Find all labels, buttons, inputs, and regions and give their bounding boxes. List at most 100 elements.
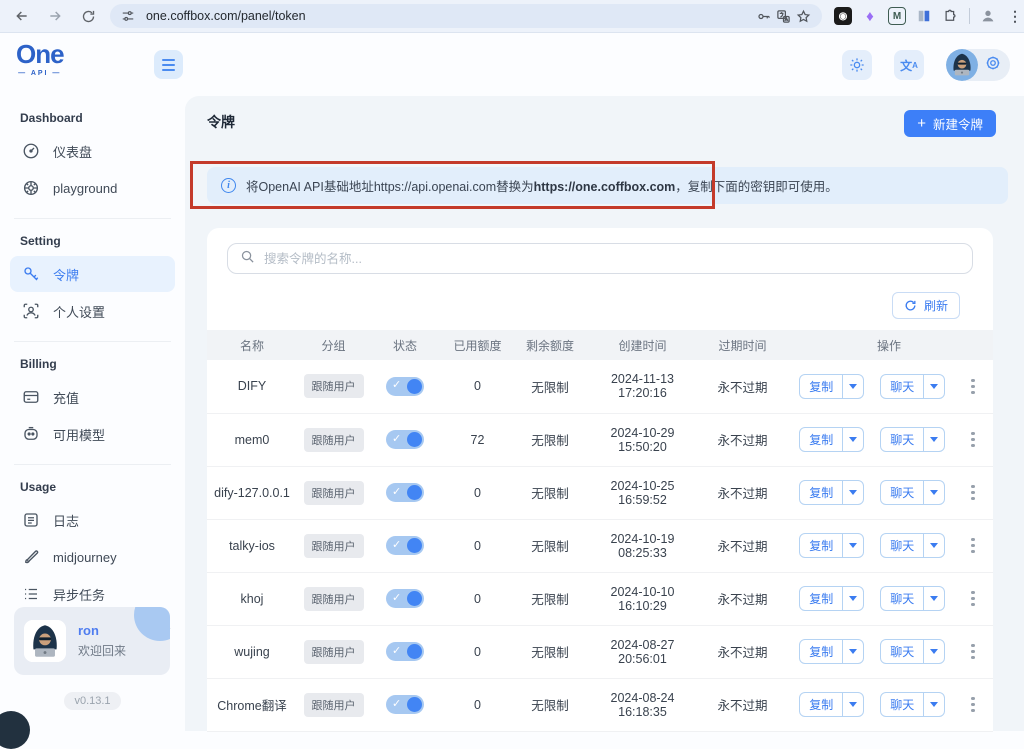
chevron-down-icon xyxy=(930,702,938,707)
row-menu-button[interactable] xyxy=(967,375,979,399)
section-label-billing: Billing xyxy=(0,357,185,371)
chat-dropdown-arrow[interactable] xyxy=(923,693,944,716)
chevron-down-icon xyxy=(930,437,938,442)
reload-icon[interactable] xyxy=(77,4,100,28)
used-quota: 0 xyxy=(474,592,481,606)
bookmark-star-icon[interactable] xyxy=(794,6,814,26)
chat-dropdown-arrow[interactable] xyxy=(923,375,944,398)
expire-time: 永不过期 xyxy=(717,699,767,713)
sidebar-item-profile-settings[interactable]: 个人设置 xyxy=(10,293,175,329)
search-box[interactable] xyxy=(227,243,973,274)
refresh-button[interactable]: 刷新 xyxy=(892,292,960,319)
chat-dropdown-arrow[interactable] xyxy=(923,428,944,451)
copy-dropdown-arrow[interactable] xyxy=(842,481,863,504)
chat-button[interactable]: 聊天 xyxy=(880,427,945,452)
extensions-puzzle-icon[interactable] xyxy=(942,7,960,25)
copy-button[interactable]: 复制 xyxy=(799,692,864,717)
settings-gear-icon[interactable] xyxy=(984,54,1002,77)
row-menu-button[interactable] xyxy=(967,428,979,452)
check-icon: ✓ xyxy=(392,485,401,498)
copy-button[interactable]: 复制 xyxy=(799,639,864,664)
browser-profile-icon[interactable] xyxy=(979,7,997,25)
status-toggle[interactable]: ✓ xyxy=(386,589,424,608)
status-toggle[interactable]: ✓ xyxy=(386,642,424,661)
chat-dropdown-arrow[interactable] xyxy=(923,640,944,663)
password-key-icon[interactable] xyxy=(754,6,774,26)
chevron-down-icon xyxy=(849,384,857,389)
sidebar-item-logs[interactable]: 日志 xyxy=(10,502,175,538)
address-bar[interactable]: one.coffbox.com/panel/token xyxy=(110,4,822,28)
sidebar-item-models[interactable]: 可用模型 xyxy=(10,416,175,452)
status-toggle[interactable]: ✓ xyxy=(386,430,424,449)
status-toggle[interactable]: ✓ xyxy=(386,695,424,714)
sidebar-item-midjourney[interactable]: midjourney xyxy=(10,539,175,575)
extension-m-icon[interactable]: M xyxy=(888,7,906,25)
row-menu-button[interactable] xyxy=(967,640,979,664)
log-icon xyxy=(22,511,40,529)
check-icon: ✓ xyxy=(392,697,401,710)
language-toggle-button[interactable]: 文A xyxy=(894,50,924,80)
toggle-knob xyxy=(407,644,422,659)
token-name: talky-ios xyxy=(229,539,275,553)
chat-button[interactable]: 聊天 xyxy=(880,692,945,717)
chat-dropdown-arrow[interactable] xyxy=(923,587,944,610)
copy-dropdown-arrow[interactable] xyxy=(842,693,863,716)
forward-icon[interactable] xyxy=(43,4,66,28)
token-name: Chrome翻译 xyxy=(217,699,286,713)
token-table-body: DIFY 跟随用户 ✓ 0 无限制 2024-11-13 17:20:16 永不… xyxy=(207,360,993,731)
chat-button[interactable]: 聊天 xyxy=(880,533,945,558)
url-text[interactable]: one.coffbox.com/panel/token xyxy=(146,9,754,23)
sidebar-collapse-button[interactable] xyxy=(154,50,183,79)
row-menu-button[interactable] xyxy=(967,587,979,611)
copy-button[interactable]: 复制 xyxy=(799,533,864,558)
extension-squares-icon[interactable] xyxy=(915,7,933,25)
copy-button[interactable]: 复制 xyxy=(799,374,864,399)
created-time: 2024-08-24 16:18:35 xyxy=(611,691,675,719)
chat-button[interactable]: 聊天 xyxy=(880,586,945,611)
user-menu[interactable] xyxy=(946,49,1010,81)
sidebar-item-label: 充值 xyxy=(53,388,79,407)
copy-dropdown-arrow[interactable] xyxy=(842,428,863,451)
copy-dropdown-arrow[interactable] xyxy=(842,375,863,398)
site-settings-icon[interactable] xyxy=(118,6,138,26)
expire-time: 永不过期 xyxy=(717,646,767,660)
translate-page-icon[interactable] xyxy=(774,6,794,26)
chat-button[interactable]: 聊天 xyxy=(880,639,945,664)
extension-flame-icon[interactable]: ♦ xyxy=(861,7,879,25)
floating-widget-peek[interactable] xyxy=(0,711,30,749)
chat-dropdown-arrow[interactable] xyxy=(923,534,944,557)
status-toggle[interactable]: ✓ xyxy=(386,483,424,502)
copy-dropdown-arrow[interactable] xyxy=(842,534,863,557)
row-menu-button[interactable] xyxy=(967,534,979,558)
sidebar-item-label: playground xyxy=(53,181,117,196)
theme-toggle-button[interactable] xyxy=(842,50,872,80)
sidebar-item-dashboard[interactable]: 仪表盘 xyxy=(10,133,175,169)
browser-menu-icon[interactable]: ⋮ xyxy=(1006,7,1024,25)
status-toggle[interactable]: ✓ xyxy=(386,536,424,555)
copy-button[interactable]: 复制 xyxy=(799,480,864,505)
copy-button[interactable]: 复制 xyxy=(799,586,864,611)
chevron-down-icon xyxy=(849,649,857,654)
sidebar-item-token[interactable]: 令牌 xyxy=(10,256,175,292)
user-card[interactable]: ron 欢迎回来 xyxy=(14,607,170,675)
chat-button[interactable]: 聊天 xyxy=(880,480,945,505)
search-input[interactable] xyxy=(264,252,960,266)
user-avatar[interactable] xyxy=(946,49,978,81)
back-icon[interactable] xyxy=(10,4,33,28)
column-header: 状态 xyxy=(370,330,440,360)
chat-dropdown-arrow[interactable] xyxy=(923,481,944,504)
refresh-icon xyxy=(904,299,917,312)
copy-dropdown-arrow[interactable] xyxy=(842,587,863,610)
copy-dropdown-arrow[interactable] xyxy=(842,640,863,663)
sidebar-item-playground[interactable]: playground xyxy=(10,170,175,206)
extension-panda-icon[interactable]: ◉ xyxy=(834,7,852,25)
remaining-quota: 无限制 xyxy=(531,646,569,660)
row-menu-button[interactable] xyxy=(967,693,979,717)
copy-button[interactable]: 复制 xyxy=(799,427,864,452)
row-menu-button[interactable] xyxy=(967,481,979,505)
sidebar-item-topup[interactable]: 充值 xyxy=(10,379,175,415)
chat-button[interactable]: 聊天 xyxy=(880,374,945,399)
status-toggle[interactable]: ✓ xyxy=(386,377,424,396)
new-token-button[interactable]: + 新建令牌 xyxy=(904,110,996,137)
app-logo[interactable]: One — API — xyxy=(16,41,64,77)
